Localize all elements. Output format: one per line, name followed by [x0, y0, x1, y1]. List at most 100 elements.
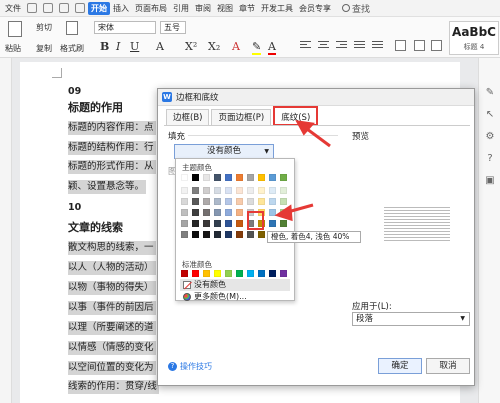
theme-shade-swatch[interactable] [181, 231, 188, 238]
theme-color-swatch[interactable] [247, 174, 254, 181]
highlight-icon[interactable]: ✎ [252, 40, 262, 55]
theme-shade-swatch[interactable] [258, 187, 265, 194]
italic-icon[interactable]: I [116, 40, 120, 53]
border-icon[interactable] [431, 40, 442, 51]
superscript-icon[interactable]: X² [185, 40, 197, 53]
bold-icon[interactable]: B [100, 40, 109, 53]
menu-file[interactable]: 文件 [0, 3, 24, 14]
cut-button[interactable]: 剪切 [36, 22, 52, 33]
theme-color-swatch[interactable] [214, 174, 221, 181]
theme-shade-swatch[interactable] [247, 231, 254, 238]
theme-shade-swatch[interactable] [225, 209, 232, 216]
font-color-icon[interactable]: A [268, 40, 276, 55]
redo-icon[interactable] [75, 3, 85, 13]
undo-icon[interactable] [59, 3, 69, 13]
cursor-icon[interactable]: ↖ [485, 110, 495, 120]
standard-color-swatch[interactable] [247, 270, 254, 277]
tab-member[interactable]: 会员专享 [296, 3, 334, 14]
ok-button[interactable]: 确定 [378, 358, 422, 374]
theme-shade-swatch[interactable] [236, 209, 243, 216]
align-center-icon[interactable] [318, 41, 329, 51]
theme-color-swatch[interactable] [236, 174, 243, 181]
standard-color-swatch[interactable] [280, 270, 287, 277]
print-icon[interactable] [43, 3, 53, 13]
font-name-select[interactable]: 宋体 [94, 21, 156, 34]
shading-icon[interactable] [414, 40, 425, 51]
save-icon[interactable] [27, 3, 37, 13]
theme-shade-swatch[interactable] [181, 220, 188, 227]
theme-color-swatch[interactable] [192, 174, 199, 181]
tips-link[interactable]: ? 操作技巧 [168, 361, 212, 372]
help-icon[interactable]: ? [485, 154, 495, 164]
theme-color-swatch[interactable] [258, 174, 265, 181]
theme-shade-swatch[interactable] [280, 198, 287, 205]
theme-shade-swatch[interactable] [203, 187, 210, 194]
distribute-icon[interactable] [372, 41, 383, 51]
theme-shade-swatch[interactable] [269, 220, 276, 227]
theme-color-swatch[interactable] [225, 174, 232, 181]
theme-shade-swatch[interactable] [258, 231, 265, 238]
subscript-icon[interactable]: X₂ [208, 40, 220, 53]
align-left-icon[interactable] [300, 41, 311, 51]
standard-color-swatch[interactable] [214, 270, 221, 277]
tab-home[interactable]: 开始 [88, 1, 110, 15]
standard-color-swatch[interactable] [269, 270, 276, 277]
theme-shade-swatch[interactable] [225, 220, 232, 227]
edit-icon[interactable]: ✎ [485, 88, 495, 98]
copy-button[interactable]: 复制 [36, 43, 52, 54]
justify-icon[interactable] [354, 41, 365, 51]
standard-color-swatch[interactable] [258, 270, 265, 277]
theme-shade-swatch[interactable] [203, 220, 210, 227]
theme-shade-swatch[interactable] [192, 231, 199, 238]
cancel-button[interactable]: 取消 [426, 358, 470, 374]
theme-shade-swatch[interactable] [236, 198, 243, 205]
font-size-select[interactable]: 五号 [160, 21, 186, 34]
theme-shade-swatch[interactable] [181, 209, 188, 216]
format-painter-button[interactable]: 格式刷 [60, 43, 84, 54]
theme-shade-swatch[interactable] [236, 231, 243, 238]
line-spacing-icon[interactable] [395, 40, 406, 51]
theme-color-swatch[interactable] [269, 174, 276, 181]
apply-to-select[interactable]: 段落 ▼ [352, 312, 470, 326]
theme-shade-swatch[interactable] [280, 209, 287, 216]
paste-icon[interactable] [8, 21, 22, 37]
more-colors-option[interactable]: 更多颜色(M)... [180, 291, 290, 303]
standard-color-swatch[interactable] [236, 270, 243, 277]
theme-shade-swatch[interactable] [203, 231, 210, 238]
theme-shade-swatch[interactable] [192, 220, 199, 227]
theme-shade-swatch[interactable] [181, 187, 188, 194]
theme-shade-swatch[interactable] [203, 209, 210, 216]
tab-page-borders[interactable]: 页面边框(P) [211, 109, 272, 125]
share-icon[interactable]: ▣ [485, 176, 495, 186]
theme-shade-swatch[interactable] [225, 231, 232, 238]
standard-color-swatch[interactable] [225, 270, 232, 277]
theme-color-swatch[interactable] [280, 174, 287, 181]
theme-shade-swatch[interactable] [225, 198, 232, 205]
theme-shade-swatch[interactable] [280, 220, 287, 227]
theme-shade-swatch[interactable] [269, 209, 276, 216]
theme-shade-swatch[interactable] [214, 231, 221, 238]
standard-color-swatch[interactable] [192, 270, 199, 277]
search-box[interactable]: 查找 [342, 2, 370, 15]
paste-button[interactable]: 粘贴 [5, 43, 21, 54]
underline-icon[interactable]: U [130, 40, 139, 53]
theme-shade-swatch[interactable] [214, 187, 221, 194]
tab-review[interactable]: 审阅 [192, 3, 214, 14]
no-color-option[interactable]: 没有颜色 [180, 279, 290, 291]
theme-shade-swatch[interactable] [214, 198, 221, 205]
theme-shade-swatch[interactable] [247, 187, 254, 194]
tab-references[interactable]: 引用 [170, 3, 192, 14]
theme-shade-swatch[interactable] [236, 220, 243, 227]
theme-shade-swatch[interactable] [192, 209, 199, 216]
theme-color-swatch[interactable] [203, 174, 210, 181]
align-right-icon[interactable] [336, 41, 347, 51]
theme-shade-swatch[interactable] [214, 209, 221, 216]
theme-shade-swatch[interactable] [192, 198, 199, 205]
standard-color-swatch[interactable] [181, 270, 188, 277]
theme-shade-swatch[interactable] [269, 187, 276, 194]
tab-view[interactable]: 视图 [214, 3, 236, 14]
tab-borders[interactable]: 边框(B) [166, 109, 210, 125]
text-effect-icon[interactable]: A [232, 40, 240, 53]
theme-shade-swatch[interactable] [181, 198, 188, 205]
theme-shade-swatch[interactable] [225, 187, 232, 194]
